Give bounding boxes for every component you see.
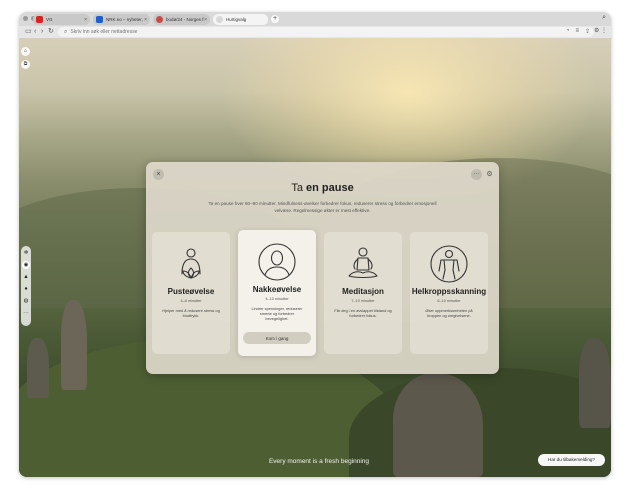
extensions-icon[interactable]: ⚙ ⋮ <box>594 27 607 34</box>
dialog-title: Ta en pause <box>146 182 499 194</box>
tab-bodo[interactable]: bodø/24 - Norges første krise × <box>153 14 210 25</box>
lotus-person-icon <box>181 248 201 279</box>
card-duration: 4–8 minutter <box>180 299 202 303</box>
speed-dial-favicon-icon <box>216 16 223 23</box>
tab-nrk[interactable]: NRK.no – nyheter, tv og radio fra inn- o… <box>93 14 150 25</box>
sparkle-icon[interactable]: ✲ <box>22 249 30 257</box>
close-dialog-button[interactable]: × <box>153 169 164 180</box>
card-duration: 6–10 minutter <box>437 299 461 303</box>
start-button[interactable]: Kom i gang <box>243 332 311 344</box>
close-window-button[interactable] <box>23 16 28 21</box>
forward-icon[interactable]: › <box>41 27 43 37</box>
more-icon[interactable]: ⋯ <box>22 310 30 318</box>
messenger-icon[interactable]: ● <box>22 285 30 293</box>
rock-spire <box>61 300 87 390</box>
title-bold: en pause <box>306 182 354 194</box>
card-description: Får deg i en avslappet tilstand og forbe… <box>334 308 392 319</box>
card-title: Nakkeøvelse <box>252 285 302 294</box>
browser-window: VG × NRK.no – nyheter, tv og radio fra i… <box>19 12 611 477</box>
card-description: Øker oppmerksomheten på kroppen og omgiv… <box>425 308 473 319</box>
feedback-button[interactable]: Har du tilbakemelding? <box>538 454 605 466</box>
reload-icon[interactable]: ↻ <box>48 27 54 37</box>
aria-icon[interactable]: ▲ <box>22 273 30 281</box>
address-input[interactable] <box>70 29 511 35</box>
more-options-button[interactable]: ··· <box>471 169 482 180</box>
exercise-card-body-scan[interactable]: Helkroppsskanning 6–10 minutter Øker opp… <box>410 232 488 354</box>
speed-dial-page: × ··· ⚙ Ta en pause Ta en pause hver 60–… <box>19 38 611 477</box>
nrk-favicon-icon <box>96 16 103 23</box>
card-title: Meditasjon <box>342 287 384 296</box>
bodo-favicon-icon <box>156 16 163 23</box>
card-description: Lindrer spenninger, reduserer smerte og … <box>251 306 303 322</box>
body-scan-icon <box>430 245 468 283</box>
meditation-icon <box>348 247 378 279</box>
close-icon[interactable]: × <box>144 17 147 23</box>
card-title: Pusteøvelse <box>167 287 215 296</box>
tab-label: NRK.no – nyheter, tv og radio fra inn- o… <box>106 17 144 22</box>
sidebar-panel-buttons: ✲ ◉ ▲ ● ◍ ⋯ <box>21 246 31 326</box>
card-duration: 4–10 minutter <box>265 297 289 301</box>
mindfulness-icon[interactable]: ◉ <box>22 261 30 269</box>
exercise-card-meditation[interactable]: Meditasjon 7–10 minutter Får deg i en av… <box>324 232 402 354</box>
close-icon[interactable]: × <box>204 17 207 23</box>
neck-person-icon <box>258 243 296 281</box>
share-icon[interactable]: ⇪ <box>585 28 590 35</box>
new-tab-button[interactable]: + <box>271 15 279 23</box>
whatsapp-icon[interactable]: ◍ <box>22 297 30 305</box>
card-title: Helkroppsskanning <box>411 287 487 296</box>
inspirational-quote: Every moment is a fresh beginning <box>268 458 370 465</box>
tab-vg[interactable]: VG × <box>33 14 90 25</box>
tab-strip: VG × NRK.no – nyheter, tv og radio fra i… <box>19 12 611 26</box>
address-bar[interactable]: ⌕ ◔ ≡ ⇪ <box>58 27 594 37</box>
toolbar: ▭ ‹ › ↻ ⌕ ◔ ≡ ⇪ ⚙ ⋮ <box>19 26 611 38</box>
address-bar-icons: ◔ ≡ ⇪ <box>566 28 590 35</box>
settings-gear-icon[interactable]: ⚙ <box>485 169 494 180</box>
left-sidebar: ⌂ ⧉ ✲ ◉ ▲ ● ◍ ⋯ <box>19 38 33 477</box>
bookmarks-icon[interactable]: ⧉ <box>21 60 30 69</box>
title-prefix: Ta <box>291 182 303 194</box>
exercise-card-breathing[interactable]: Pusteøvelse 4–8 minutter Hjelper med å r… <box>152 232 230 354</box>
card-description: Hjelper med å redusere stress og blodtry… <box>162 308 220 319</box>
exercise-card-neck[interactable]: Nakkeøvelse 4–10 minutter Lindrer spenni… <box>238 230 316 356</box>
back-icon[interactable]: ‹ <box>34 27 36 37</box>
close-icon[interactable]: × <box>84 17 87 23</box>
tab-label: Hurtigvalg <box>226 17 247 22</box>
vg-favicon-icon <box>36 16 43 23</box>
take-a-break-dialog: × ··· ⚙ Ta en pause Ta en pause hver 60–… <box>146 162 499 374</box>
reader-icon[interactable]: ≡ <box>575 28 579 35</box>
tab-search-icon[interactable]: ⌕ <box>602 14 606 22</box>
rock-spire <box>579 338 611 428</box>
tab-hurtigvalg[interactable]: Hurtigvalg <box>213 14 268 25</box>
tab-label: bodø/24 - Norges første krise <box>166 17 204 22</box>
home-icon[interactable]: ⌂ <box>21 47 30 56</box>
sidebar-toggle-icon[interactable]: ▭ <box>25 27 32 37</box>
search-icon: ⌕ <box>64 28 68 35</box>
card-duration: 7–10 minutter <box>351 299 375 303</box>
dialog-subtitle: Ta en pause hver 60–90 minutter. Mindful… <box>208 201 437 213</box>
shield-icon[interactable]: ◔ <box>566 28 570 35</box>
tab-label: VG <box>46 17 53 22</box>
